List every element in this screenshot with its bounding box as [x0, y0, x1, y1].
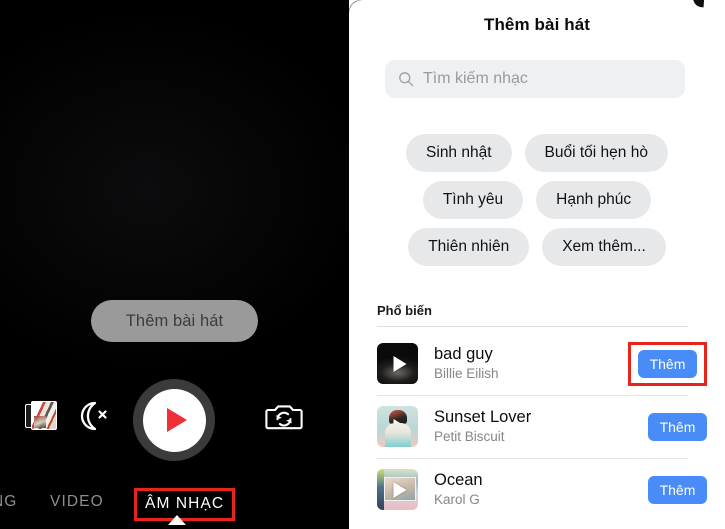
song-title: Sunset Lover: [434, 408, 532, 426]
sheet-corner-right: [690, 0, 704, 13]
song-artist: Karol G: [434, 492, 480, 507]
chip-tinh-yeu[interactable]: Tình yêu: [422, 181, 524, 219]
play-icon: [393, 355, 406, 372]
mode-selected-indicator: [168, 515, 186, 525]
gallery-button[interactable]: [22, 396, 62, 436]
sheet-title: Thêm bài hát: [483, 15, 591, 34]
add-song-pill-button[interactable]: Thêm bài hát: [91, 300, 258, 342]
moon-off-icon: [80, 401, 107, 431]
sheet-corner-left: [349, 0, 362, 13]
chip-thien-nhien[interactable]: Thiên nhiên: [408, 228, 530, 266]
add-button-highlight-box: Thêm: [628, 341, 707, 386]
song-meta: Sunset Lover Petit Biscuit: [434, 407, 648, 446]
add-button-wrap: Thêm: [648, 475, 707, 504]
popular-section-header: Phổ biến: [377, 303, 432, 318]
night-mode-button[interactable]: [73, 397, 113, 435]
camera-flip-icon: [265, 405, 303, 430]
song-artist: Petit Biscuit: [434, 429, 505, 444]
search-bar[interactable]: [385, 60, 685, 98]
mode-tab-photo[interactable]: NG: [0, 493, 17, 511]
add-song-button[interactable]: Thêm: [648, 475, 707, 504]
chip-xem-them[interactable]: Xem thêm...: [542, 228, 666, 266]
flip-camera-button[interactable]: [265, 400, 303, 434]
section-divider: [377, 326, 688, 327]
search-icon: [399, 72, 414, 87]
mode-tab-video[interactable]: VIDEO: [50, 493, 104, 511]
song-title: Ocean: [434, 471, 483, 489]
chip-row: Sinh nhật Buổi tối hẹn hò: [355, 134, 719, 172]
photo-stack-icon: [25, 399, 59, 433]
play-icon: [393, 418, 406, 435]
camera-panel: Thêm bài hát G VIDEO ÂM NHẠC: [0, 0, 349, 529]
song-row-sunset-lover[interactable]: Sunset Lover Petit Biscuit Thêm: [349, 395, 725, 458]
album-art: [377, 469, 418, 510]
add-song-pill-label: Thêm bài hát: [125, 311, 224, 330]
song-title: bad guy: [434, 345, 493, 363]
album-art: [377, 343, 418, 384]
record-button[interactable]: [133, 379, 215, 461]
search-input[interactable]: [423, 70, 672, 88]
play-icon: [393, 481, 406, 498]
add-button-wrap: Thêm: [648, 412, 707, 441]
album-art: [377, 406, 418, 447]
chip-buoi-toi-hen-ho[interactable]: Buổi tối hẹn hò: [524, 134, 668, 172]
chip-row: Tình yêu Hạnh phúc: [355, 181, 719, 219]
photo-stack-front-card: [31, 401, 57, 430]
song-list: bad guy Billie Eilish Thêm Sunset Lover …: [349, 332, 725, 521]
song-row-bad-guy[interactable]: bad guy Billie Eilish Thêm: [349, 332, 725, 395]
app-screen: Thêm bài hát G VIDEO ÂM NHẠC Thêm bài há…: [0, 0, 725, 529]
record-button-inner: [142, 388, 206, 452]
song-row-ocean[interactable]: Ocean Karol G Thêm: [349, 458, 725, 521]
add-song-button[interactable]: Thêm: [638, 349, 697, 378]
chip-sinh-nhat[interactable]: Sinh nhật: [406, 134, 512, 172]
play-record-icon: [166, 408, 187, 432]
chip-hanh-phuc[interactable]: Hạnh phúc: [536, 181, 652, 219]
chip-row: Thiên nhiên Xem thêm...: [355, 228, 719, 266]
song-meta: Ocean Karol G: [434, 470, 648, 509]
category-chips: Sinh nhật Buổi tối hẹn hò Tình yêu Hạnh …: [355, 134, 719, 275]
add-song-button[interactable]: Thêm: [648, 412, 707, 441]
song-artist: Billie Eilish: [434, 366, 499, 381]
song-meta: bad guy Billie Eilish: [434, 344, 628, 383]
